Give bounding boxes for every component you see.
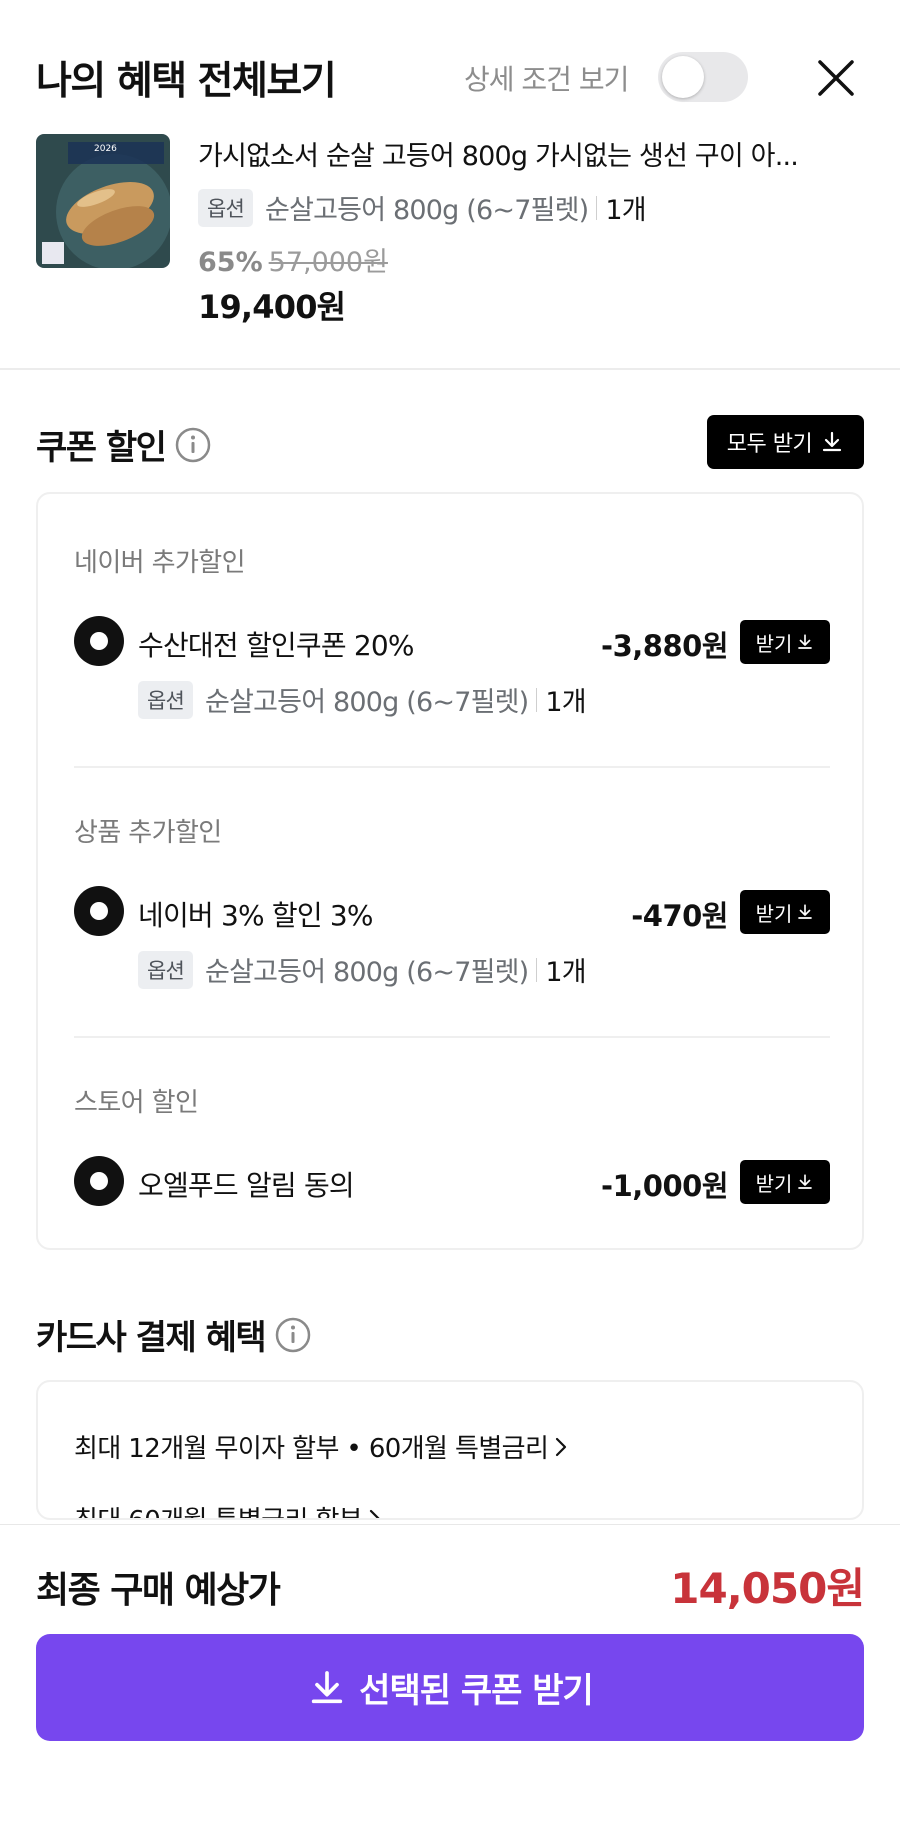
option-badge: 옵션: [138, 950, 194, 989]
receive-coupon-button[interactable]: 받기: [740, 890, 830, 934]
receive-selected-coupons-button[interactable]: 선택된 쿠폰 받기: [36, 1634, 864, 1741]
coupon-group: 스토어 할인: [74, 1082, 830, 1119]
download-icon: [798, 904, 813, 919]
product-price: 19,400원: [198, 288, 346, 326]
receive-label: 받기: [755, 1171, 793, 1196]
original-price: 57,000원: [268, 247, 388, 278]
price-row: 65% 57,000원: [198, 240, 388, 279]
download-icon: [798, 634, 813, 649]
detail-toggle-label: 상세 조건 보기: [464, 63, 629, 96]
chevron-right-icon: [556, 1437, 567, 1456]
coupon-group: 네이버 추가할인: [74, 542, 830, 579]
group-title: 상품 추가할인: [74, 818, 222, 848]
coupon-name: 오엘푸드 알림 동의: [138, 1169, 355, 1202]
cta-label: 선택된 쿠폰 받기: [359, 1671, 594, 1711]
coupon-item[interactable]: 네이버 3% 할인 3% -470원 받기 옵션 순살고등어 800g (6~7…: [74, 886, 830, 989]
get-all-coupons-button[interactable]: 모두 받기: [707, 415, 864, 469]
coupon-section-title: 쿠폰 할인: [36, 420, 211, 469]
info-icon[interactable]: [275, 1317, 311, 1353]
close-button[interactable]: [814, 56, 858, 100]
coupon-amount: -3,880원: [601, 629, 728, 663]
group-divider: [74, 1036, 830, 1038]
svg-text:2026: 2026: [94, 144, 117, 154]
option-quantity: 1개: [605, 195, 646, 226]
coupon-option: 옵션 순살고등어 800g (6~7필렛) 1개: [138, 950, 587, 989]
toggle-knob: [662, 56, 704, 98]
option-text: 순살고등어 800g (6~7필렛): [205, 687, 529, 718]
page-title: 나의 혜택 전체보기: [36, 59, 337, 104]
card-section-title: 카드사 결제 혜택: [36, 1310, 311, 1359]
section-divider: [0, 368, 900, 370]
coupon-item[interactable]: 오엘푸드 알림 동의 -1,000원 받기: [74, 1156, 830, 1206]
card-benefits-card: 최대 12개월 무이자 할부 • 60개월 특별금리 최대 60개월 특별금리 …: [36, 1380, 864, 1520]
card-benefit-text: 최대 12개월 무이자 할부 • 60개월 특별금리: [74, 1434, 549, 1464]
option-quantity: 1개: [545, 687, 586, 718]
download-icon: [823, 431, 842, 452]
receive-coupon-button[interactable]: 받기: [740, 620, 830, 664]
coupon-item[interactable]: 수산대전 할인쿠폰 20% -3,880원 받기 옵션 순살고등어 800g (…: [74, 616, 830, 719]
close-icon: [818, 60, 854, 96]
receive-label: 받기: [755, 901, 793, 926]
receive-label: 받기: [755, 631, 793, 656]
product-summary: 2026 가시없소서 순살 고등어 800g 가시없는 생선 구이 아... 옵…: [0, 130, 900, 370]
option-text: 순살고등어 800g (6~7필렛): [205, 957, 529, 988]
separator: [536, 687, 538, 712]
group-title: 네이버 추가할인: [74, 548, 246, 578]
product-option: 옵션 순살고등어 800g (6~7필렛) 1개: [198, 188, 647, 227]
product-thumbnail[interactable]: 2026: [36, 134, 170, 268]
coupon-radio[interactable]: [74, 616, 124, 666]
coupon-amount: -470원: [631, 899, 728, 933]
card-benefit-text: 최대 60개월 특별금리 할부: [74, 1500, 363, 1518]
receive-coupon-button[interactable]: 받기: [740, 1160, 830, 1204]
coupon-radio[interactable]: [74, 1156, 124, 1206]
coupon-name: 네이버 3% 할인 3%: [138, 899, 374, 932]
detail-toggle[interactable]: [658, 52, 748, 102]
coupon-option: 옵션 순살고등어 800g (6~7필렛) 1개: [138, 680, 587, 719]
option-text: 순살고등어 800g (6~7필렛): [265, 195, 589, 226]
card-benefit-link[interactable]: 최대 60개월 특별금리 할부: [74, 1500, 382, 1518]
coupon-card: 네이버 추가할인 수산대전 할인쿠폰 20% -3,880원 받기 옵션 순살고…: [36, 492, 864, 1250]
coupon-group: 상품 추가할인: [74, 812, 830, 849]
product-name[interactable]: 가시없소서 순살 고등어 800g 가시없는 생선 구이 아...: [198, 134, 858, 173]
group-title: 스토어 할인: [74, 1088, 199, 1118]
total-price: 14,050원: [670, 1564, 865, 1613]
chevron-right-icon: [369, 1509, 381, 1518]
option-quantity: 1개: [545, 957, 586, 988]
download-icon: [312, 1670, 343, 1703]
sheet-header: 나의 혜택 전체보기 상세 조건 보기: [0, 0, 900, 130]
option-badge: 옵션: [138, 680, 194, 719]
download-icon: [798, 1174, 813, 1189]
option-badge: 옵션: [198, 188, 254, 227]
separator: [596, 195, 598, 220]
coupon-amount: -1,000원: [601, 1169, 728, 1203]
info-icon[interactable]: [175, 427, 211, 463]
bottom-bar: 최종 구매 예상가 14,050원 선택된 쿠폰 받기: [0, 1524, 900, 1839]
coupon-section-label: 쿠폰 할인: [36, 428, 167, 468]
separator: [536, 957, 538, 982]
coupon-name: 수산대전 할인쿠폰 20%: [138, 629, 415, 662]
total-label: 최종 구매 예상가: [36, 1570, 281, 1611]
coupon-radio[interactable]: [74, 886, 124, 936]
group-divider: [74, 766, 830, 768]
card-section-label: 카드사 결제 혜택: [36, 1318, 267, 1358]
discount-rate: 65%: [198, 247, 263, 278]
card-benefit-link[interactable]: 최대 12개월 무이자 할부 • 60개월 특별금리: [74, 1428, 568, 1465]
get-all-label: 모두 받기: [726, 432, 813, 457]
